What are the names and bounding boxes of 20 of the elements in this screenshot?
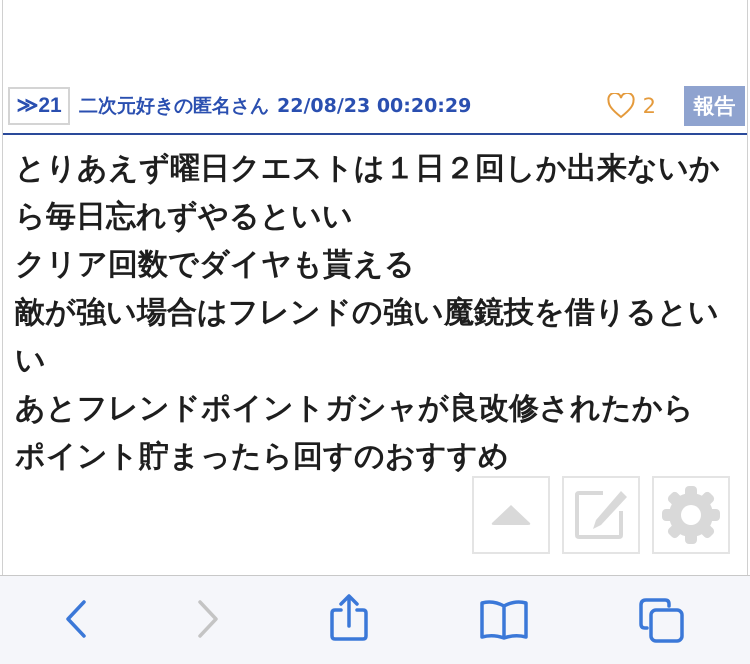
post-text: とりあえず曜日クエストは１日２回しか出来ないから毎日忘れずやるといい (15, 150, 721, 236)
up-arrow-icon (489, 503, 533, 527)
post-text: クリア回数でダイヤも貰える (15, 246, 416, 284)
post-text: 敵が強い場合はフレンドの強い魔鏡技を借りるといい (15, 294, 720, 380)
bookmarks-button[interactable] (479, 598, 529, 640)
author-name: 二次元好きの匿名さん (79, 94, 269, 118)
settings-icon (661, 485, 721, 545)
post-text: あとフレンドポイントガシャが良改修されたから (15, 390, 695, 428)
heart-icon[interactable] (606, 92, 635, 118)
post-text: ポイント貯まったら回すのおすすめ (15, 438, 510, 476)
like-count: 2 (642, 94, 656, 118)
edit-icon (573, 489, 629, 541)
reply-anchor-link[interactable]: ≫21 (8, 86, 70, 124)
settings-button[interactable] (652, 476, 730, 554)
scroll-top-button[interactable] (472, 476, 550, 554)
tabs-button[interactable] (639, 598, 685, 644)
back-button[interactable] (65, 600, 87, 638)
compose-button[interactable] (562, 476, 640, 554)
share-button[interactable] (329, 594, 369, 642)
post-timestamp: 22/08/23 00:20:29 (277, 94, 472, 116)
